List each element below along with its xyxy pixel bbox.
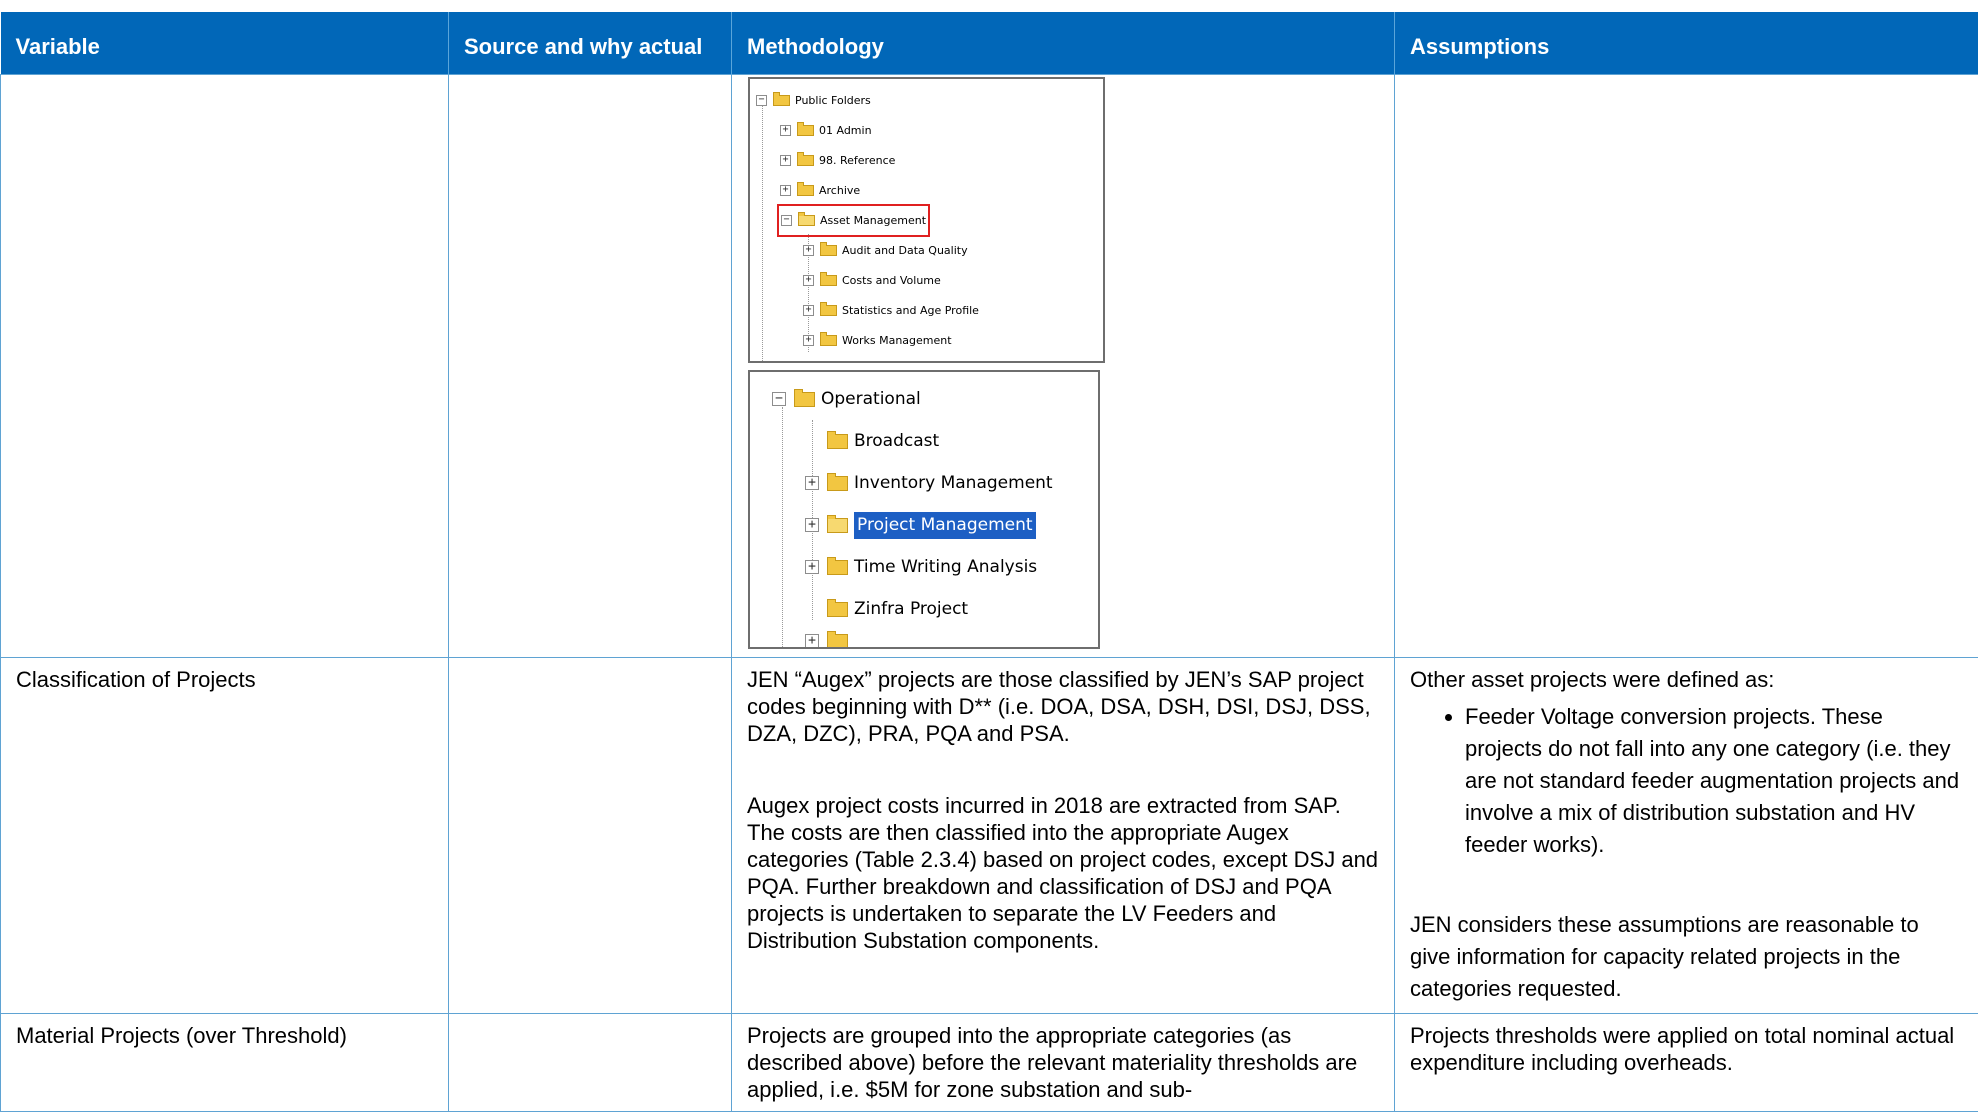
variables-table: Variable Source and why actual Methodolo… (0, 12, 1978, 1112)
folder-icon (827, 560, 848, 575)
expand-icon: + (803, 245, 814, 256)
cell-methodology: Projects are grouped into the appropriat… (732, 1013, 1395, 1111)
data-table-container: Variable Source and why actual Methodolo… (0, 12, 1978, 1112)
tree-node-selected: + Project Management (805, 512, 1036, 539)
tree-node: + Statistics and Age Profile (803, 297, 979, 324)
folder-icon (797, 125, 814, 136)
expand-icon: + (780, 155, 791, 166)
tree-node-label: Statistics and Age Profile (842, 297, 979, 324)
folder-icon (794, 392, 815, 407)
expand-icon: + (805, 560, 819, 574)
cell-methodology: − Public Folders + 01 Admin + 98. Refere… (732, 74, 1395, 657)
tree-node-label: Archive (819, 177, 860, 204)
tree-node-label: Audit and Data Quality (842, 237, 968, 264)
expand-icon: + (803, 305, 814, 316)
tree-node-label: Broadcast (854, 428, 939, 455)
tree-node: + Costs and Volume (803, 267, 941, 294)
cell-source (449, 74, 732, 657)
collapse-icon: − (756, 95, 767, 106)
folder-icon (827, 476, 848, 491)
tree-node: Broadcast (827, 428, 939, 455)
folder-tree-screenshot-public: − Public Folders + 01 Admin + 98. Refere… (748, 77, 1105, 363)
folder-icon (820, 305, 837, 316)
cell-source (449, 657, 732, 1013)
cell-assumptions: Projects thresholds were applied on tota… (1395, 1013, 1978, 1111)
methodology-paragraph: JEN “Augex” projects are those classifie… (747, 666, 1379, 747)
tree-node-label: Works Management (842, 327, 952, 354)
assumptions-list: Feeder Voltage conversion projects. Thes… (1410, 701, 1963, 861)
folder-icon (827, 434, 848, 449)
expand-icon: + (805, 518, 819, 532)
folder-icon (820, 245, 837, 256)
cell-variable (1, 74, 449, 657)
collapse-icon: − (781, 215, 792, 226)
cell-source (449, 1013, 732, 1111)
tree-node-label: Operational (821, 386, 921, 413)
folder-icon (827, 602, 848, 617)
folder-icon (820, 275, 837, 286)
header-methodology: Methodology (732, 12, 1395, 74)
tree-node: + 01 Admin (780, 117, 872, 144)
tree-node-label: Public Folders (795, 87, 871, 114)
expand-icon: + (805, 476, 819, 490)
table-row: Classification of Projects JEN “Augex” p… (1, 657, 1978, 1013)
header-source: Source and why actual (449, 12, 732, 74)
cell-methodology: JEN “Augex” projects are those classifie… (732, 657, 1395, 1013)
folder-tree-screenshot-operational: − Operational Broadcast + Inventory Mana… (748, 370, 1100, 649)
folder-icon (820, 335, 837, 346)
tree-node-selected: − Asset Management (780, 207, 927, 234)
open-folder-icon (798, 215, 815, 226)
cell-assumptions: Other asset projects were defined as: Fe… (1395, 657, 1978, 1013)
folder-icon (827, 634, 848, 649)
cell-variable: Classification of Projects (1, 657, 449, 1013)
tree-node-label: Time Writing Analysis (854, 554, 1037, 581)
folder-icon (797, 185, 814, 196)
tree-node-root: − Operational (772, 386, 921, 413)
tree-node-label: Asset Management (820, 207, 926, 234)
tree-node-label: 98. Reference (819, 147, 895, 174)
expand-icon: + (805, 634, 819, 648)
header-variable: Variable (1, 12, 449, 74)
cell-assumptions (1395, 74, 1978, 657)
tree-node: + Audit and Data Quality (803, 237, 968, 264)
tree-node-label: 01 Admin (819, 117, 872, 144)
tree-node: + Inventory Management (805, 470, 1053, 497)
tree-node-label: Project Management (854, 512, 1036, 539)
expand-icon: + (803, 275, 814, 286)
expand-icon: + (803, 335, 814, 346)
cell-variable: Material Projects (over Threshold) (1, 1013, 449, 1111)
folder-icon (797, 155, 814, 166)
tree-node: + Works Management (803, 327, 952, 354)
expand-icon: + (780, 185, 791, 196)
tree-node-root: − Public Folders (756, 87, 871, 114)
open-folder-icon (827, 518, 848, 533)
folder-icon (773, 95, 790, 106)
tree-node-partial: + (805, 634, 854, 649)
list-item: Feeder Voltage conversion projects. Thes… (1465, 701, 1963, 861)
table-header-row: Variable Source and why actual Methodolo… (1, 12, 1978, 74)
tree-node-label: Inventory Management (854, 470, 1053, 497)
expand-icon: + (780, 125, 791, 136)
header-assumptions: Assumptions (1395, 12, 1978, 74)
collapse-icon: − (772, 392, 786, 406)
tree-node-label: Zinfra Project (854, 596, 968, 623)
methodology-paragraph: Augex project costs incurred in 2018 are… (747, 792, 1379, 954)
tree-node: Zinfra Project (827, 596, 968, 623)
tree-node: + 98. Reference (780, 147, 895, 174)
assumptions-conclusion: JEN considers these assumptions are reas… (1410, 909, 1963, 1005)
assumptions-intro: Other asset projects were defined as: (1410, 666, 1963, 693)
tree-node: + Archive (780, 177, 860, 204)
tree-node: + Time Writing Analysis (805, 554, 1037, 581)
table-row: − Public Folders + 01 Admin + 98. Refere… (1, 74, 1978, 657)
table-row: Material Projects (over Threshold) Proje… (1, 1013, 1978, 1111)
tree-node-label: Costs and Volume (842, 267, 941, 294)
